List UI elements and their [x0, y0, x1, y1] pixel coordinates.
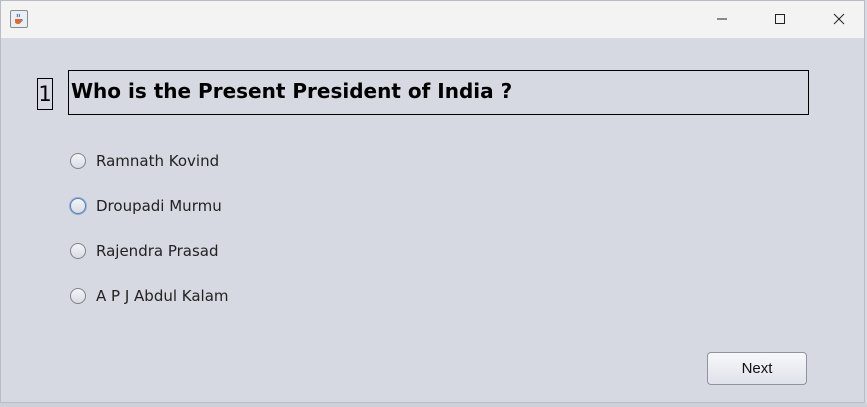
radio-button[interactable] [70, 243, 86, 259]
quiz-content: 1 Who is the Present President of India … [1, 38, 864, 402]
maximize-icon [775, 14, 785, 24]
question-box: Who is the Present President of India ? [68, 70, 809, 115]
radio-button[interactable] [70, 198, 86, 214]
option-1[interactable]: Ramnath Kovind [70, 150, 219, 172]
option-4[interactable]: A P J Abdul Kalam [70, 285, 229, 307]
option-label: Droupadi Murmu [96, 197, 222, 215]
background-strip [0, 403, 867, 407]
close-button[interactable] [816, 1, 862, 38]
minimize-icon [717, 18, 727, 20]
question-text: Who is the Present President of India ? [71, 79, 513, 103]
option-label: A P J Abdul Kalam [96, 287, 229, 305]
maximize-button[interactable] [757, 1, 803, 38]
next-button[interactable]: Next [707, 352, 807, 385]
option-3[interactable]: Rajendra Prasad [70, 240, 219, 262]
close-icon [833, 13, 845, 25]
title-bar[interactable] [1, 1, 864, 38]
radio-button[interactable] [70, 153, 86, 169]
option-label: Ramnath Kovind [96, 152, 220, 170]
radio-button[interactable] [70, 288, 86, 304]
quiz-window: 1 Who is the Present President of India … [0, 0, 865, 403]
java-cup-icon [10, 10, 28, 28]
option-label: Rajendra Prasad [96, 242, 219, 260]
question-number: 1 [37, 78, 53, 110]
option-2[interactable]: Droupadi Murmu [70, 195, 222, 217]
minimize-button[interactable] [699, 1, 745, 38]
